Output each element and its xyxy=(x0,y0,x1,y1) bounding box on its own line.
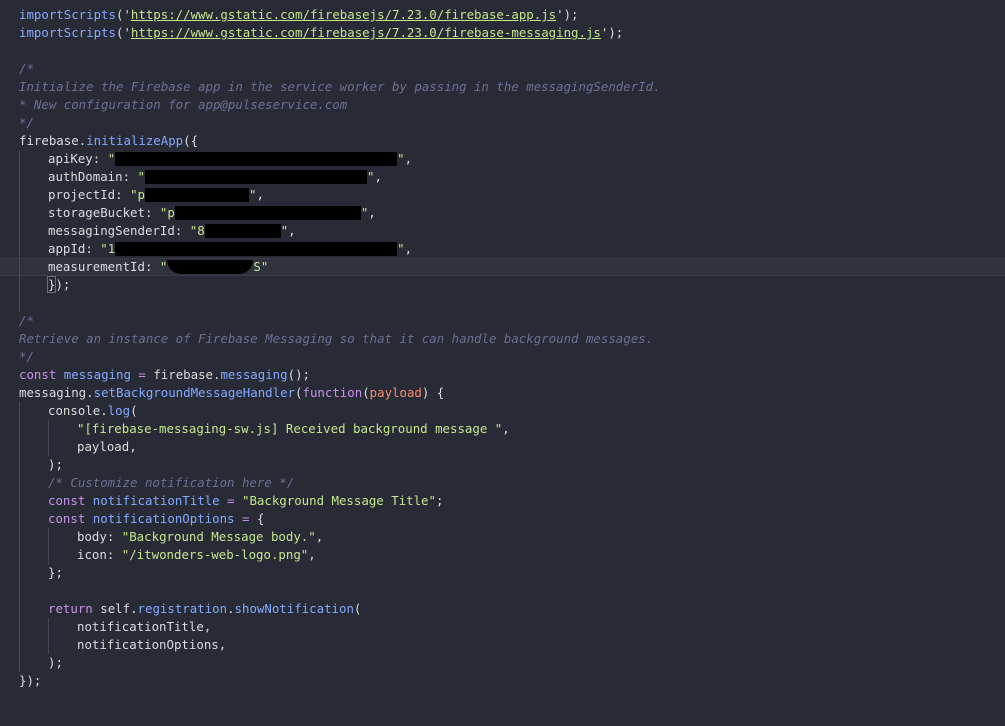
config-app-id-line: appId: "1 ", xyxy=(0,240,1005,258)
code-line-notification-options: const notificationOptions = { xyxy=(0,510,1005,528)
code-line-log-close: ); xyxy=(0,456,1005,474)
redaction-bar xyxy=(204,224,281,238)
redaction-bar xyxy=(145,188,249,202)
code-line-comment2-open: /* xyxy=(19,313,34,328)
redaction-bar xyxy=(115,152,398,166)
firebase-identifier: firebase xyxy=(19,133,79,148)
config-project-id-line: projectId: "p ", xyxy=(0,186,1005,204)
import-scripts-call: importScripts xyxy=(19,7,116,22)
code-line-1: importScripts('https://www.gstatic.com/f… xyxy=(19,7,579,22)
config-storage-bucket-line: storageBucket: "p ", xyxy=(0,204,1005,222)
config-messaging-sender-id-line: messagingSenderId: "8 ", xyxy=(0,222,1005,240)
code-line-arg-title: notificationTitle, xyxy=(0,618,1005,636)
firebase-app-url-link[interactable]: https://www.gstatic.com/firebasejs/7.23.… xyxy=(131,7,556,22)
code-line-4: /* xyxy=(0,60,1005,78)
code-line-options-icon: icon: "/itwonders-web-logo.png", xyxy=(0,546,1005,564)
code-line-comment2-close: */ xyxy=(19,349,34,364)
code-line-set-handler: messaging.setBackgroundMessageHandler(fu… xyxy=(19,385,445,400)
code-editor[interactable]: importScripts('https://www.gstatic.com/f… xyxy=(0,0,1005,721)
comment-close: */ xyxy=(19,115,34,130)
redaction-bar xyxy=(145,170,367,184)
config-api-key-line: apiKey: " ", xyxy=(0,150,1005,168)
firebase-messaging-url-link[interactable]: https://www.gstatic.com/firebasejs/7.23.… xyxy=(131,25,601,40)
code-line-2: importScripts('https://www.gstatic.com/f… xyxy=(19,25,624,40)
redaction-bar xyxy=(115,242,398,256)
comment-text: * New configuration for app@pulseservice… xyxy=(19,97,348,112)
code-line-log-message: "[firebase-messaging-sw.js] Received bac… xyxy=(0,420,1005,438)
code-line-handler-close: }); xyxy=(19,673,42,688)
comment-text: Initialize the Firebase app in the servi… xyxy=(19,79,661,94)
code-line-notification-title: const notificationTitle = "Background Me… xyxy=(0,492,1005,510)
code-line-7: */ xyxy=(0,114,1005,132)
code-line-log-payload: payload, xyxy=(0,438,1005,456)
import-scripts-call: importScripts xyxy=(19,25,116,40)
code-line-return: return self.registration.showNotificatio… xyxy=(0,600,1005,618)
code-line-customize-comment: /* Customize notification here */ xyxy=(0,474,1005,492)
config-auth-domain-line: authDomain: " ", xyxy=(0,168,1005,186)
code-line-6: * New configuration for app@pulseservice… xyxy=(0,96,1005,114)
code-line-return-close: ); xyxy=(0,654,1005,672)
code-line-5: Initialize the Firebase app in the servi… xyxy=(0,78,1005,96)
code-line-comment2-text: Retrieve an instance of Firebase Messagi… xyxy=(19,331,654,346)
config-measurement-id-line: measurementId: " S" xyxy=(0,258,1005,277)
code-line-options-close: }; xyxy=(0,564,1005,582)
code-line-arg-options: notificationOptions, xyxy=(0,636,1005,654)
initialize-app-call: initializeApp xyxy=(86,133,184,148)
code-line-const-messaging: const messaging = firebase.messaging(); xyxy=(19,367,310,382)
code-line-blank xyxy=(0,582,1005,600)
redaction-bar xyxy=(167,260,254,274)
redaction-bar xyxy=(174,206,361,220)
code-line-blank xyxy=(0,294,1005,312)
code-line-console-log: console.log( xyxy=(0,402,1005,420)
comment-open: /* xyxy=(19,61,34,76)
code-line-close-config: }); xyxy=(0,276,1005,294)
code-line-8: firebase.initializeApp({ xyxy=(19,133,199,148)
code-line-options-body: body: "Background Message body.", xyxy=(0,528,1005,546)
